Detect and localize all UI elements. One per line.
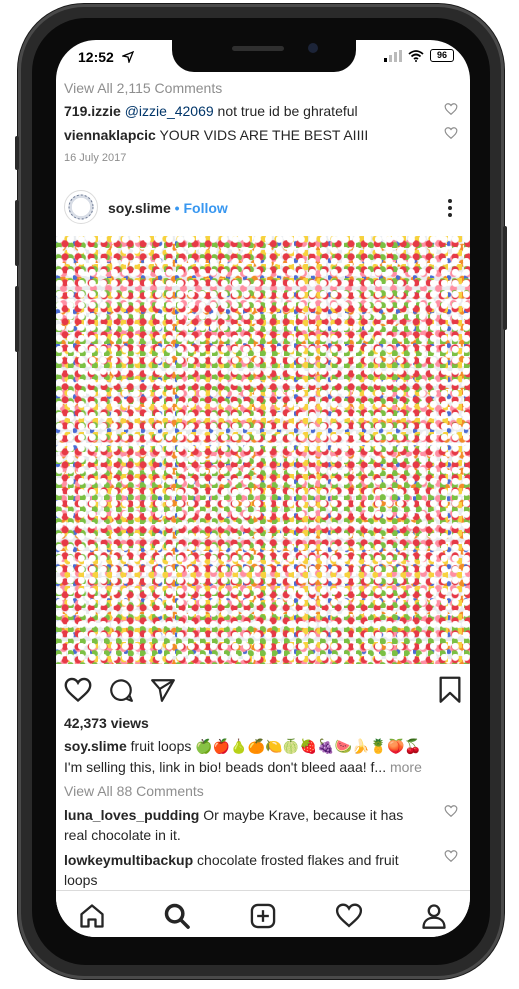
caption-line: I'm selling this, link in bio! beads don… [64,759,464,775]
profile-icon[interactable] [420,902,448,930]
slime-logo-icon [68,194,94,220]
home-icon[interactable] [78,902,106,930]
comment-row: lowkeymultibackup chocolate frosted flak… [64,850,424,890]
activity-icon[interactable] [335,902,363,930]
follow-button[interactable]: Follow [183,200,227,216]
volume-down-button [15,286,19,352]
comment-like-heart-icon[interactable] [444,102,458,116]
app-screen: 12:52 96 View All 2,115 Comments 719.izz… [56,40,470,937]
wifi-icon [408,49,424,62]
view-count: 42,373 views [64,715,149,731]
comment-row: 719.izzie @izzie_42069 not true id be gh… [64,103,444,119]
post-username[interactable]: soy.slime [108,200,171,216]
comment-mention[interactable]: @izzie_42069 [125,103,214,119]
caption-username[interactable]: soy.slime [64,738,127,754]
post-image[interactable] [56,236,470,664]
battery-indicator: 96 [430,49,454,62]
comment-like-heart-icon[interactable] [444,126,458,140]
signal-icon [384,49,402,62]
location-arrow-icon [120,50,134,65]
bookmark-icon[interactable] [438,676,462,704]
notch [172,40,356,72]
status-time: 12:52 [78,49,134,65]
more-options-icon[interactable] [444,198,456,218]
caption-continuation: I'm selling this, link in bio! beads don… [64,759,387,775]
power-button [503,226,507,330]
like-heart-icon[interactable] [64,677,92,703]
comment-like-heart-icon[interactable] [444,804,458,818]
speaker [232,46,284,51]
clock-text: 12:52 [78,49,114,65]
mute-switch [15,136,19,170]
comment-row: viennaklapcic YOUR VIDS ARE THE BEST AII… [64,127,444,143]
more-link[interactable]: more [386,759,422,775]
comment-username[interactable]: lowkeymultibackup [64,852,193,868]
comment-text: YOUR VIDS ARE THE BEST AIIII [155,127,369,143]
volume-up-button [15,200,19,266]
comment-row: luna_loves_pudding Or maybe Krave, becau… [64,805,414,845]
view-all-comments-link[interactable]: View All 2,115 Comments [64,80,222,96]
separator-dot: • [170,200,184,216]
add-icon[interactable] [249,902,277,930]
search-icon[interactable] [163,902,191,930]
caption: soy.slime fruit loops 🍏🍎🍐🍊🍋🍈🍓🍇🍉🍌🍍🍑🍒 [64,738,464,755]
post-date: 16 July 2017 [64,152,127,164]
comment-like-heart-icon[interactable] [444,849,458,863]
bottom-nav-bar [56,890,470,937]
comment-username[interactable]: viennaklapcic [64,127,156,143]
caption-text: fruit loops 🍏🍎🍐🍊🍋🍈🍓🍇🍉🍌🍍🍑🍒 [126,738,422,754]
view-all-comments-link[interactable]: View All 88 Comments [64,783,204,799]
comment-username[interactable]: luna_loves_pudding [64,807,199,823]
comment-text: not true id be ghrateful [213,103,358,119]
status-icons: 96 [384,49,454,62]
share-send-icon[interactable] [150,677,176,703]
comment-username[interactable]: 719.izzie [64,103,121,119]
post-header: soy.slime • Follow [108,200,228,216]
front-camera [308,43,318,53]
avatar[interactable] [64,190,98,224]
comment-bubble-icon[interactable] [108,677,134,703]
